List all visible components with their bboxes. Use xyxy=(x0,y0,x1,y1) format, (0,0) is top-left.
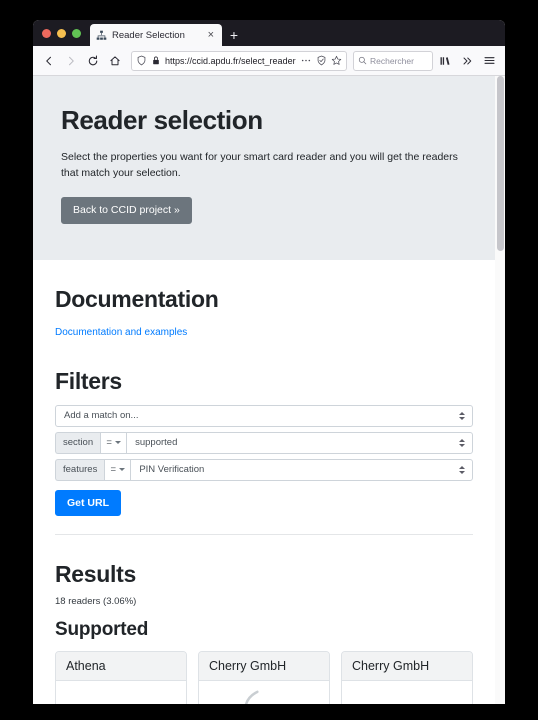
section-divider xyxy=(55,534,473,536)
minimize-window-button[interactable] xyxy=(57,28,66,38)
navigation-toolbar: https://ccid.apdu.fr/select_readers/?s R… xyxy=(33,46,505,76)
hamburger-menu-icon[interactable] xyxy=(479,51,499,71)
add-match-select-value: Add a match on... xyxy=(64,410,139,422)
filter-value-text-features: PIN Verification xyxy=(139,464,205,476)
chevron-updown-icon xyxy=(459,465,465,474)
filter-field-label-features: features xyxy=(55,458,105,481)
result-card[interactable]: Cherry GmbH xyxy=(341,650,473,704)
filters-heading: Filters xyxy=(55,368,122,395)
search-bar[interactable]: Rechercher xyxy=(353,50,433,71)
back-to-ccid-project-button[interactable]: Back to CCID project » xyxy=(61,197,192,225)
filter-value-text-section: supported xyxy=(135,437,178,449)
documentation-heading: Documentation xyxy=(55,286,219,313)
chevron-down-icon xyxy=(114,441,121,445)
browser-tab-reader-selection[interactable]: Reader Selection × xyxy=(90,24,222,46)
result-card[interactable]: Cherry GmbH xyxy=(198,650,330,704)
shield-icon[interactable] xyxy=(136,55,147,66)
filter-value-select-section[interactable]: supported xyxy=(126,431,473,454)
filter-operator-select-features[interactable]: = xyxy=(104,458,131,481)
close-tab-button[interactable]: × xyxy=(206,29,216,41)
result-card[interactable]: Athena xyxy=(55,650,187,704)
get-url-button[interactable]: Get URL xyxy=(55,489,121,517)
results-heading: Results xyxy=(55,561,136,588)
page-scrollbar-track[interactable] xyxy=(495,76,505,704)
web-page: Reader selection Select the properties y… xyxy=(33,76,495,704)
get-url-wrap: Get URL xyxy=(55,489,473,517)
padlock-icon[interactable] xyxy=(151,55,161,66)
result-card-vendor: Cherry GmbH xyxy=(199,651,329,681)
bookmark-star-icon[interactable] xyxy=(331,55,342,66)
filter-operator-value-features: = xyxy=(110,464,117,476)
page-lead-text: Select the properties you want for your … xyxy=(61,150,458,180)
documentation-and-examples-link[interactable]: Documentation and examples xyxy=(55,327,187,338)
new-tab-button[interactable]: + xyxy=(222,24,246,46)
sitemap-icon xyxy=(96,30,107,41)
results-count: 18 readers (3.06%) xyxy=(55,595,137,607)
page-actions-icon[interactable] xyxy=(300,55,312,66)
chevron-updown-icon xyxy=(459,411,465,420)
library-icon[interactable] xyxy=(435,51,455,71)
address-bar[interactable]: https://ccid.apdu.fr/select_readers/?s xyxy=(131,50,347,71)
tab-title: Reader Selection xyxy=(112,29,185,41)
window-controls xyxy=(33,20,90,46)
maximize-window-button[interactable] xyxy=(72,28,81,38)
result-card-vendor: Cherry GmbH xyxy=(342,651,472,681)
reader-mode-icon[interactable] xyxy=(316,55,327,66)
filter-value-select-features[interactable]: PIN Verification xyxy=(130,458,473,481)
camera-placeholder-image xyxy=(342,681,472,704)
jumbotron-header: Reader selection Select the properties y… xyxy=(33,76,495,261)
forward-button[interactable] xyxy=(61,51,81,71)
filter-row-features: features = PIN Verification xyxy=(55,458,473,481)
add-match-row: Add a match on... xyxy=(55,404,473,427)
filter-operator-value-section: = xyxy=(106,437,112,449)
add-match-select[interactable]: Add a match on... xyxy=(55,404,473,427)
chevron-updown-icon xyxy=(459,438,465,447)
filter-row-section: section = supported xyxy=(55,431,473,454)
browser-window: Reader Selection × + https://ccid.apdu.f… xyxy=(33,20,505,704)
reload-button[interactable] xyxy=(83,51,103,71)
overflow-menu-icon[interactable] xyxy=(457,51,477,71)
page-viewport: Reader selection Select the properties y… xyxy=(33,76,505,704)
results-subheading-supported: Supported xyxy=(55,618,149,640)
close-window-button[interactable] xyxy=(42,28,51,38)
url-text: https://ccid.apdu.fr/select_readers/?s xyxy=(165,55,296,66)
page-scrollbar-thumb[interactable] xyxy=(497,76,504,251)
search-icon xyxy=(358,56,367,65)
back-button[interactable] xyxy=(39,51,59,71)
filter-field-label-section: section xyxy=(55,431,101,454)
tab-strip: Reader Selection × + xyxy=(33,20,505,46)
results-card-grid: Athena Cherry GmbH Cherry GmbH xyxy=(55,650,473,704)
chevron-down-icon xyxy=(119,468,126,472)
page-title: Reader selection xyxy=(61,105,263,135)
search-input-placeholder: Rechercher xyxy=(370,55,414,66)
home-button[interactable] xyxy=(105,51,125,71)
pinpad-reader-image xyxy=(199,681,329,704)
filter-rows: Add a match on... section = supported fe… xyxy=(55,404,473,481)
result-card-vendor: Athena xyxy=(56,651,186,681)
main-container: Documentation Documentation and examples… xyxy=(33,286,495,704)
filter-operator-select-section[interactable]: = xyxy=(100,431,127,454)
keyboard-reader-image xyxy=(56,681,186,704)
